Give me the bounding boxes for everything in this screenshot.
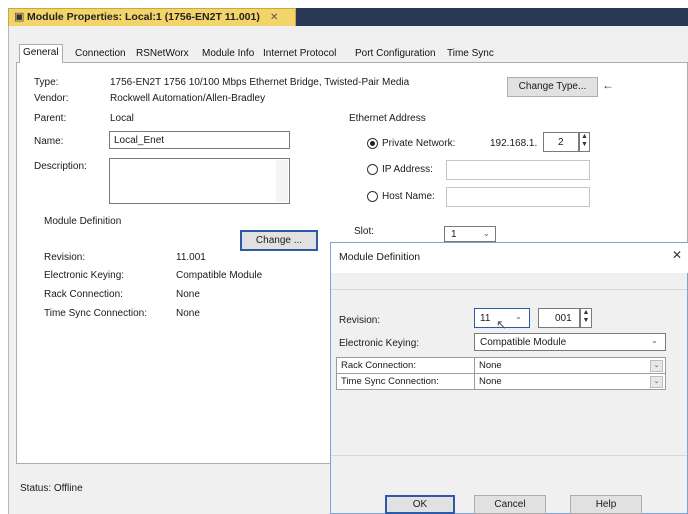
arrow-left-icon: ←: [602, 78, 614, 92]
tab-rsnetworx[interactable]: RSNetWorx: [133, 46, 192, 62]
change-module-definition-button[interactable]: Change ...: [240, 230, 318, 251]
tab-internet-protocol[interactable]: Internet Protocol: [260, 46, 339, 62]
ok-button[interactable]: OK: [385, 495, 455, 514]
electronic-keying-value: Compatible Module: [176, 270, 263, 281]
private-network-label: Private Network:: [382, 138, 456, 149]
cancel-button[interactable]: Cancel: [474, 495, 546, 514]
slot-label: Slot:: [354, 226, 375, 237]
module-definition-dialog-title: Module Definition: [339, 251, 421, 263]
help-button[interactable]: Help: [570, 495, 642, 514]
ethernet-address-heading: Ethernet Address: [349, 113, 426, 124]
tab-port-configuration[interactable]: Port Configuration: [352, 46, 439, 62]
private-network-prefix: 192.168.1.: [490, 138, 538, 149]
chevron-down-icon[interactable]: ⌄: [650, 376, 663, 388]
name-label: Name:: [34, 136, 64, 147]
md-time-sync-connection-label: Time Sync Connection:: [341, 376, 439, 387]
ip-address-radio[interactable]: [367, 164, 378, 175]
md-keying-label: Electronic Keying:: [339, 338, 420, 349]
document-icon: ▣: [14, 11, 25, 23]
tab-module-info[interactable]: Module Info: [199, 46, 257, 62]
spinner-arrows-icon[interactable]: ▲ ▼: [579, 132, 590, 152]
description-scrollbar[interactable]: [276, 160, 288, 202]
revision-value: 11.001: [176, 252, 206, 263]
md-revision-label: Revision:: [339, 315, 381, 326]
chevron-down-icon: ⌄: [515, 312, 522, 321]
revision-minor-field[interactable]: 001: [538, 308, 580, 328]
dialog-separator: [331, 455, 687, 456]
tab-general[interactable]: General: [19, 44, 63, 63]
ip-address-field[interactable]: [446, 160, 590, 180]
revision-minor-value: 001: [555, 313, 572, 324]
host-name-radio[interactable]: [367, 191, 378, 202]
ip-address-label: IP Address:: [382, 164, 433, 175]
module-definition-heading: Module Definition: [44, 216, 122, 227]
private-network-host-field[interactable]: 2: [543, 132, 579, 152]
vendor-value: Rockwell Automation/Allen-Bradley: [110, 93, 266, 104]
rack-connection-label: Rack Connection:: [44, 289, 123, 300]
slot-dropdown[interactable]: 1 ⌄: [444, 226, 496, 242]
parent-value: Local: [110, 113, 134, 124]
electronic-keying-label: Electronic Keying:: [44, 270, 125, 281]
dialog-separator: [331, 289, 687, 290]
revision-label: Revision:: [44, 252, 86, 263]
tab-connection[interactable]: Connection: [72, 46, 129, 62]
private-network-host-value: 2: [558, 137, 564, 148]
host-name-label: Host Name:: [382, 191, 435, 202]
tab-time-sync[interactable]: Time Sync: [444, 46, 497, 62]
time-sync-connection-label: Time Sync Connection:: [44, 308, 148, 319]
description-label: Description:: [34, 161, 87, 172]
close-tab-icon[interactable]: ✕: [270, 11, 278, 24]
md-rack-connection-value[interactable]: None: [479, 359, 502, 372]
chevron-down-icon: ⌄: [483, 229, 490, 238]
slot-value: 1: [451, 229, 457, 240]
rack-connection-value: None: [176, 289, 200, 300]
close-icon[interactable]: ✕: [672, 249, 682, 262]
host-name-field[interactable]: [446, 187, 590, 207]
description-field[interactable]: [109, 158, 290, 204]
private-network-radio[interactable]: [367, 138, 378, 149]
md-rack-connection-label: Rack Connection:: [341, 360, 416, 371]
window-title: Module Properties: Local:1 (1756-EN2T 11…: [27, 11, 260, 23]
grid-column-divider: [474, 358, 475, 389]
status-text: Status: Offline: [20, 483, 83, 494]
chevron-down-icon: ⌄: [651, 336, 658, 345]
spinner-arrows-icon[interactable]: ▲ ▼: [580, 308, 592, 328]
mouse-cursor-icon: ↖: [496, 317, 507, 332]
type-value: 1756-EN2T 1756 10/100 Mbps Ethernet Brid…: [110, 77, 410, 88]
parent-label: Parent:: [34, 113, 67, 124]
electronic-keying-dropdown-value: Compatible Module: [480, 337, 567, 348]
chevron-down-icon[interactable]: ⌄: [650, 360, 663, 372]
name-field[interactable]: Local_Enet: [109, 131, 290, 149]
name-field-value: Local_Enet: [114, 135, 165, 146]
vendor-label: Vendor:: [34, 93, 69, 104]
revision-major-value: 11: [480, 313, 491, 324]
time-sync-connection-value: None: [176, 308, 200, 319]
grid-row-divider: [337, 373, 665, 374]
electronic-keying-dropdown[interactable]: Compatible Module ⌄: [474, 333, 666, 351]
md-time-sync-connection-value[interactable]: None: [479, 375, 502, 388]
change-type-button[interactable]: Change Type...: [507, 77, 598, 97]
title-bar-background: [296, 8, 688, 26]
type-label: Type:: [34, 77, 59, 88]
